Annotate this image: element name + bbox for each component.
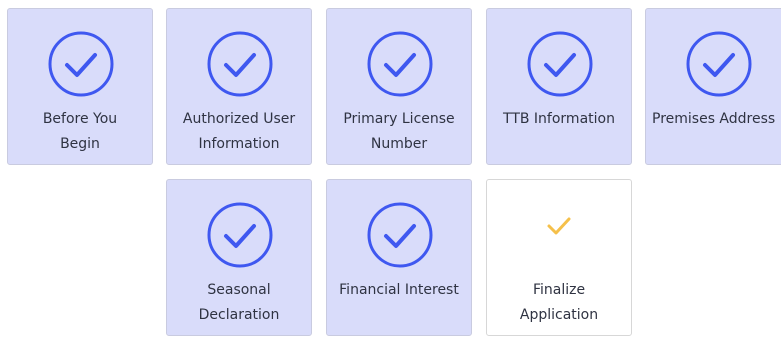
check-circle-icon (207, 31, 273, 97)
step-label: Seasonal Declaration (198, 282, 280, 323)
check-circle-icon (207, 202, 273, 268)
step-card-before-you-begin[interactable]: Before You Begin (7, 8, 153, 165)
step-card-authorized-user-information[interactable]: Authorized User Information (166, 8, 312, 165)
step-label: Financial Interest (339, 282, 459, 298)
check-circle-icon (527, 31, 593, 97)
checkmark-icon (544, 214, 574, 238)
step-label: Before You Begin (42, 111, 118, 152)
application-steps-grid: Before You Begin Authorized User Informa… (0, 0, 781, 337)
check-circle-icon (48, 31, 114, 97)
step-label: Authorized User Information (182, 111, 296, 152)
check-circle-icon (686, 31, 752, 97)
check-circle-icon (367, 31, 433, 97)
step-label: TTB Information (503, 111, 615, 127)
step-card-seasonal-declaration[interactable]: Seasonal Declaration (166, 179, 312, 336)
step-label: Primary License Number (343, 111, 455, 152)
check-circle-icon (367, 202, 433, 268)
step-card-ttb-information[interactable]: TTB Information (486, 8, 632, 165)
step-card-financial-interest[interactable]: Financial Interest (326, 179, 472, 336)
step-card-finalize-application[interactable]: Finalize Application (486, 179, 632, 336)
step-label: Finalize Application (519, 282, 599, 323)
step-label: Premises Address (652, 111, 776, 127)
step-card-primary-license-number[interactable]: Primary License Number (326, 8, 472, 165)
step-card-premises-address[interactable]: Premises Address (645, 8, 781, 165)
